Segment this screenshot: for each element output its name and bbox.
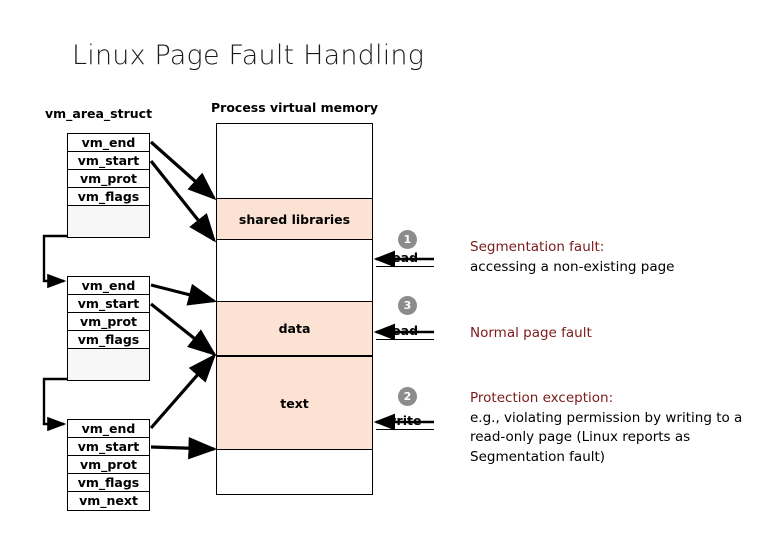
vma-field-vm-start: vm_start	[68, 295, 149, 313]
note-heading: Segmentation fault:	[470, 239, 605, 255]
access-marker-1-rule	[376, 266, 434, 267]
vma-field-vm-next-pointer	[68, 349, 149, 380]
note-body: accessing a non-existing page	[470, 258, 675, 275]
access-marker-1-operation: read	[386, 250, 419, 265]
vma-field-vm-next-pointer	[68, 206, 149, 237]
vma-field-vm-prot: vm_prot	[68, 456, 149, 474]
note-heading: Protection exception:	[470, 390, 614, 406]
note-protection-exception: Protection exception: e.g., violating pe…	[470, 389, 755, 467]
note-heading: Normal page fault	[470, 325, 592, 341]
vma-field-vm-end: vm_end	[68, 134, 149, 152]
access-marker-2-operation: write	[385, 413, 422, 428]
memory-segment-data: data	[217, 301, 372, 356]
vm-area-struct-label: vm_area_struct	[45, 106, 153, 121]
access-marker-3-number: 3	[398, 296, 417, 315]
memory-segment-label: text	[280, 395, 309, 411]
access-marker-3-operation: read	[386, 323, 419, 338]
vma-field-vm-flags: vm_flags	[68, 331, 149, 349]
access-marker-2-number: 2	[398, 387, 417, 406]
vm-area-struct-block-3: vm_end vm_start vm_prot vm_flags vm_next	[67, 419, 150, 511]
process-virtual-memory-label: Process virtual memory	[211, 100, 379, 115]
vma-field-vm-start: vm_start	[68, 438, 149, 456]
vma-field-vm-end: vm_end	[68, 277, 149, 295]
vm-area-struct-block-1: vm_end vm_start vm_prot vm_flags	[67, 133, 150, 238]
note-normal-page-fault: Normal page fault	[470, 324, 750, 344]
vma-field-vm-prot: vm_prot	[68, 170, 149, 188]
vm-area-struct-block-2: vm_end vm_start vm_prot vm_flags	[67, 276, 150, 381]
slide-canvas: Linux Page Fault Handling vm_area_struct…	[0, 0, 780, 540]
memory-segment-shared-libraries: shared libraries	[217, 198, 372, 240]
vma-field-vm-next: vm_next	[68, 492, 149, 510]
process-virtual-memory-column: shared libraries data text	[216, 123, 373, 495]
memory-segment-text: text	[217, 356, 372, 450]
vma-field-vm-flags: vm_flags	[68, 188, 149, 206]
access-marker-2-rule	[376, 429, 434, 430]
vma-field-vm-end: vm_end	[68, 420, 149, 438]
memory-segment-label: shared libraries	[238, 211, 351, 227]
vma-field-vm-start: vm_start	[68, 152, 149, 170]
note-segmentation-fault: Segmentation fault: accessing a non-exis…	[470, 238, 750, 277]
memory-segment-label: data	[278, 321, 311, 336]
access-marker-3-rule	[376, 339, 434, 340]
vma-field-vm-prot: vm_prot	[68, 313, 149, 331]
note-body: e.g., violating permission by writing to…	[470, 409, 743, 465]
page-title: Linux Page Fault Handling	[72, 40, 425, 71]
vma-field-vm-flags: vm_flags	[68, 474, 149, 492]
access-marker-1-number: 1	[398, 230, 417, 249]
